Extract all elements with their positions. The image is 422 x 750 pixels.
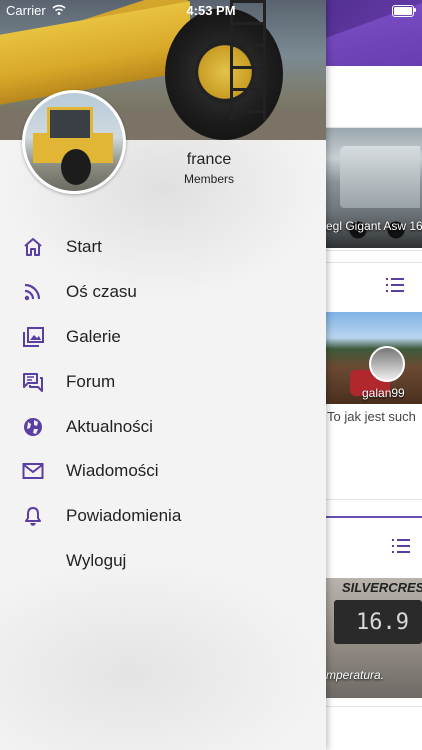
menu-item-news[interactable]: Aktualności	[0, 408, 326, 446]
menu-item-label: Aktualności	[66, 417, 153, 436]
menu-item-label: Powiadomienia	[66, 506, 182, 525]
forum-icon	[23, 373, 43, 392]
feed-card-caption: egl Gigant Asw 16	[326, 219, 422, 233]
photo-brand-text: SILVERCREST	[342, 580, 422, 595]
menu-item-start[interactable]: Start	[0, 228, 326, 266]
feed-card-caption: mperatura.	[326, 668, 385, 682]
menu-item-notifications[interactable]: Powiadomienia	[0, 497, 326, 535]
avatar[interactable]	[369, 346, 405, 382]
envelope-icon	[22, 463, 44, 479]
menu-item-label: Forum	[66, 372, 116, 391]
menu-item-galleries[interactable]: Galerie	[0, 318, 326, 356]
status-bar: Carrier 4:53 PM	[0, 0, 422, 22]
battery-icon	[392, 5, 414, 17]
menu-item-logout[interactable]: Wyloguj	[0, 542, 326, 580]
list-view-icon[interactable]	[386, 278, 404, 292]
feed-username[interactable]: galan99	[362, 386, 405, 400]
menu-item-label: Start	[66, 237, 102, 256]
navigation-drawer: france Members Start Oś czasu Galerie Fo…	[0, 0, 326, 750]
home-icon	[24, 238, 42, 256]
globe-icon	[24, 418, 42, 436]
gallery-icon	[23, 327, 44, 347]
menu-item-label: Oś czasu	[66, 282, 137, 301]
photo-lcd-digits: 16.9	[356, 610, 409, 635]
list-view-icon[interactable]	[392, 539, 410, 553]
profile-role: Members	[183, 172, 234, 186]
menu-item-messages[interactable]: Wiadomości	[0, 452, 326, 490]
menu-item-timeline[interactable]: Oś czasu	[0, 273, 326, 311]
menu-item-label: Wiadomości	[66, 461, 159, 480]
profile-name[interactable]: france	[120, 151, 298, 169]
profile-avatar[interactable]	[22, 90, 126, 194]
menu-item-label: Galerie	[66, 327, 121, 346]
bell-icon	[25, 507, 41, 526]
rss-icon	[24, 283, 41, 301]
menu-item-forum[interactable]: Forum	[0, 363, 326, 401]
battery-tip	[414, 8, 416, 12]
menu-item-label: Wyloguj	[66, 551, 127, 570]
clock: 4:53 PM	[186, 3, 236, 18]
feed-comment: To jak jest such	[327, 409, 416, 424]
